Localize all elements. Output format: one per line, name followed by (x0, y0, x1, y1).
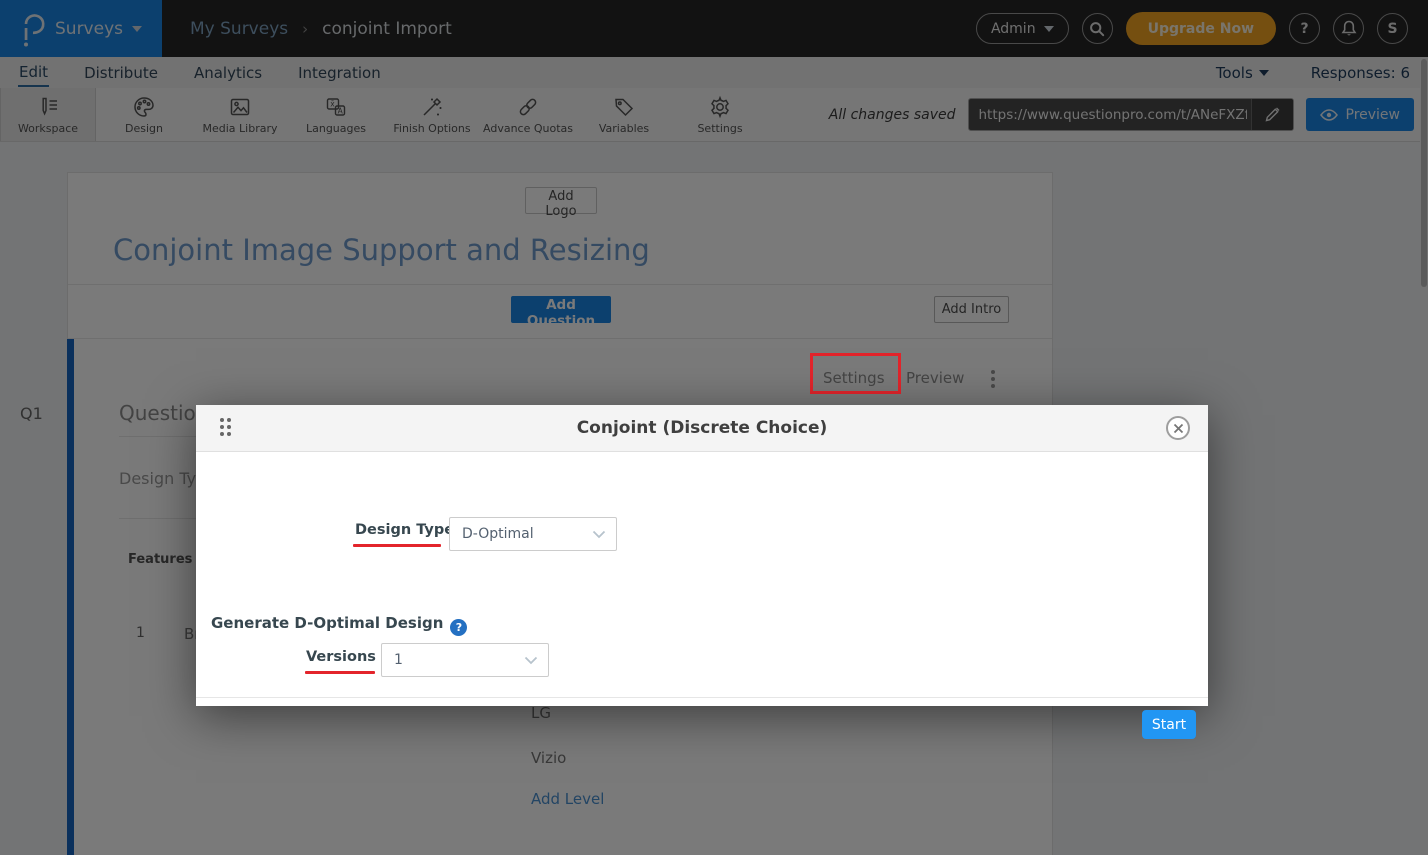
design-type-select[interactable]: D-Optimal (449, 517, 617, 551)
design-type-value: D-Optimal (462, 526, 592, 542)
chevron-down-icon (592, 530, 606, 539)
generate-design-heading: Generate D-Optimal Design? (211, 614, 467, 636)
design-type-underline-annotation (353, 544, 441, 547)
versions-label: Versions : (306, 649, 387, 665)
versions-select[interactable]: 1 (381, 643, 549, 677)
conjoint-settings-modal: Conjoint (Discrete Choice) Design Type D… (196, 405, 1208, 706)
app-window: Surveys My Surveys › conjoint Import Adm… (0, 0, 1428, 855)
help-icon[interactable]: ? (450, 619, 467, 636)
chevron-down-icon (524, 656, 538, 665)
drag-handle-icon[interactable] (220, 418, 231, 436)
design-type-label: Design Type (355, 522, 454, 538)
versions-value: 1 (394, 652, 524, 668)
close-icon (1173, 423, 1184, 434)
modal-close-button[interactable] (1166, 416, 1190, 440)
settings-highlight-annotation (810, 353, 901, 394)
modal-title: Conjoint (Discrete Choice) (577, 418, 828, 438)
modal-footer-divider (196, 697, 1208, 698)
start-button[interactable]: Start (1142, 710, 1196, 739)
modal-body: Design Type D-Optimal Generate D-Optimal… (196, 452, 1208, 705)
modal-header: Conjoint (Discrete Choice) (196, 405, 1208, 452)
versions-underline-annotation (305, 671, 375, 674)
